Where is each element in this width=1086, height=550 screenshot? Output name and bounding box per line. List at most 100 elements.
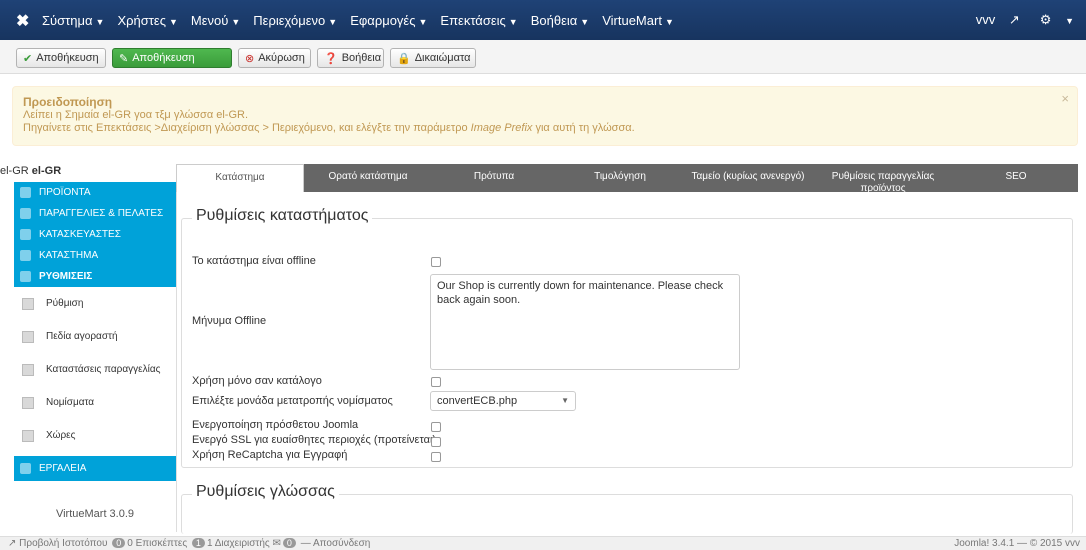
settings-icon — [20, 271, 31, 282]
config-tabs: Κατάστημα Ορατό κατάστημα Πρότυπα Τιμολό… — [176, 164, 1078, 192]
sidebar-item-label: ΚΑΤΑΣΚΕΥΑΣΤΕΣ — [39, 229, 121, 240]
logout-link[interactable]: — Αποσύνδεση — [301, 538, 371, 549]
menu-label: Επεκτάσεις — [440, 12, 506, 28]
menu-label: Βοήθεια — [530, 12, 578, 28]
user-menu[interactable]: vvv ↗ — [966, 12, 1020, 28]
warning-alert: Προειδοποίηση Λείπει η Σημαία el-GR γοα … — [12, 86, 1078, 146]
virtuemart-version: VirtueMart 3.0.9 — [55, 508, 135, 520]
menu-label: VirtueMart — [602, 12, 662, 28]
sidebar-item-shopper-fields[interactable]: Πεδία αγοραστή — [14, 320, 176, 353]
sidebar-item-configuration[interactable]: Ρύθμιση — [14, 287, 176, 320]
tab-checkout[interactable]: Ταμείο (κυρίως ανενεργό) — [684, 164, 812, 192]
ssl-checkbox[interactable] — [431, 437, 441, 447]
sidebar-item-label: Ρύθμιση — [46, 298, 84, 309]
sidebar-item-label: ΕΡΓΑΛΕΙΑ — [39, 463, 87, 474]
sidebar-item-orders[interactable]: ΠΑΡΑΓΓΕΛΙΕΣ & ΠΕΛΑΤΕΣ — [14, 203, 176, 224]
caret-down-icon: ▼ — [95, 16, 105, 27]
menu-content[interactable]: Περιεχόμενο ▼ — [253, 13, 337, 28]
currency-icon — [22, 396, 34, 409]
tab-templates[interactable]: Πρότυπα — [432, 164, 556, 192]
logout-label: Αποσύνδεση — [312, 538, 371, 549]
menu-menus[interactable]: Μενού ▼ — [191, 13, 240, 28]
cancel-button[interactable]: ⊗ Ακύρωση — [238, 48, 311, 68]
order-status-icon — [22, 363, 34, 376]
warning-title: Προειδοποίηση — [23, 95, 113, 109]
cancel-icon: ⊗ — [245, 52, 255, 65]
admins-badge: 1 — [191, 538, 205, 548]
save-close-label: Αποθήκευση — [132, 52, 195, 64]
menu-system[interactable]: Σύστημα ▼ — [42, 13, 104, 28]
tab-shop-front[interactable]: Ορατό κατάστημα — [304, 164, 432, 192]
shop-icon — [20, 250, 31, 261]
tab-product-order-settings[interactable]: Ρυθμίσεις παραγγελίας προϊόντος — [812, 164, 954, 192]
menu-extensions[interactable]: Επεκτάσεις ▼ — [440, 13, 517, 28]
warning-line: Λείπει η Σημαία el-GR γοα τξμ γλώσσα el-… — [23, 109, 249, 121]
lang-code: el-GR — [0, 165, 29, 177]
products-icon — [20, 187, 31, 198]
ssl-label: Ενεργό SSL για ευαίσθητες περιοχές (προτ… — [192, 434, 437, 446]
shopper-fields-icon — [22, 330, 34, 343]
caret-down-icon: ▼ — [328, 16, 338, 27]
recaptcha-checkbox[interactable] — [431, 452, 441, 462]
sidebar: ΠΡΟΪΟΝΤΑ ΠΑΡΑΓΓΕΛΙΕΣ & ΠΕΛΑΤΕΣ ΚΑΤΑΣΚΕΥΑ… — [14, 182, 176, 481]
sidebar-item-order-statuses[interactable]: Καταστάσεις παραγγελίας — [14, 353, 176, 386]
menu-users[interactable]: Χρήστες ▼ — [117, 13, 177, 28]
offline-checkbox[interactable] — [431, 257, 441, 267]
shop-settings-fieldset: Ρυθμίσεις καταστήματος Το κατάστημα είνα… — [181, 207, 1073, 468]
caret-down-icon: ▼ — [418, 16, 428, 27]
shop-settings-legend: Ρυθμίσεις καταστήματος — [192, 207, 373, 225]
joomla-logo-icon[interactable]: ✖ — [16, 11, 29, 31]
menu-label: Περιεχόμενο — [253, 12, 326, 28]
warning-text: για αυτή τη γλώσσα. — [532, 122, 635, 134]
save-label: Αποθήκευση — [36, 52, 99, 64]
tab-seo[interactable]: SEO — [954, 164, 1078, 192]
sidebar-item-products[interactable]: ΠΡΟΪΟΝΤΑ — [14, 182, 176, 203]
tab-pricing[interactable]: Τιμολόγηση — [556, 164, 684, 192]
joomla-plugin-checkbox[interactable] — [431, 422, 441, 432]
cancel-label: Ακύρωση — [258, 52, 305, 64]
sidebar-item-label: Πεδία αγοραστή — [46, 331, 118, 342]
help-label: Βοήθεια — [341, 52, 382, 64]
sidebar-item-settings[interactable]: ΡΥΘΜΙΣΕΙΣ — [14, 266, 176, 287]
catalog-mode-checkbox[interactable] — [431, 377, 441, 387]
catalog-mode-label: Χρήση μόνο σαν κατάλογο — [192, 375, 322, 387]
sidebar-item-shop[interactable]: ΚΑΤΑΣΤΗΜΑ — [14, 245, 176, 266]
sidebar-item-currencies[interactable]: Νομίσματα — [14, 386, 176, 419]
sidebar-item-label: ΡΥΘΜΙΣΕΙΣ — [39, 271, 93, 282]
view-site-link[interactable]: ↗ Προβολή Ιστοτόπου — [8, 538, 107, 549]
edit-icon: ✎ — [119, 52, 129, 65]
settings-menu[interactable]: ⚙ ▼ — [1030, 12, 1074, 28]
topbar-right: vvv ↗ ⚙ ▼ — [956, 0, 1074, 40]
currency-converter-select[interactable]: convertECB.php ▼ — [430, 391, 576, 411]
messages-badge: 0 — [282, 538, 296, 548]
joomla-plugin-label: Ενεργοποίηση πρόσθετου Joomla — [192, 419, 359, 431]
envelope-icon: ✉ — [272, 538, 281, 549]
status-bar: ↗ Προβολή Ιστοτόπου 00 Επισκέπτες 11 Δια… — [0, 536, 1086, 550]
joomla-version: Joomla! 3.4.1 — © 2015 vvv — [954, 538, 1080, 549]
close-icon[interactable]: × — [1061, 91, 1069, 106]
sidebar-item-label: Καταστάσεις παραγγελίας — [46, 364, 161, 375]
sidebar-item-tools[interactable]: ΕΡΓΑΛΕΙΑ — [14, 456, 176, 481]
save-button[interactable]: ✔ Αποθήκευση — [16, 48, 106, 68]
sidebar-item-countries[interactable]: Χώρες — [14, 419, 176, 452]
sidebar-item-label: ΠΡΟΪΟΝΤΑ — [39, 187, 91, 198]
permissions-button[interactable]: 🔒 Δικαιώματα — [390, 48, 476, 68]
lock-icon: 🔒 — [397, 52, 411, 65]
menu-help[interactable]: Βοήθεια ▼ — [531, 13, 589, 28]
sidebar-item-label: ΚΑΤΑΣΤΗΜΑ — [39, 250, 99, 261]
sidebar-item-manufacturers[interactable]: ΚΑΤΑΣΚΕΥΑΣΤΕΣ — [14, 224, 176, 245]
sidebar-item-label: Νομίσματα — [46, 397, 95, 408]
caret-down-icon: ▼ — [664, 16, 674, 27]
sidebar-item-label: ΠΑΡΑΓΓΕΛΙΕΣ & ΠΕΛΑΤΕΣ — [39, 208, 164, 219]
help-button[interactable]: ❓ Βοήθεια — [317, 48, 384, 68]
offline-message-textarea[interactable]: Our Shop is currently down for maintenan… — [430, 274, 740, 370]
caret-down-icon: ▼ — [508, 16, 518, 27]
tab-shop[interactable]: Κατάστημα — [176, 164, 304, 192]
save-close-button[interactable]: ✎ Αποθήκευση — [112, 48, 232, 68]
menu-components[interactable]: Εφαρμογές ▼ — [350, 13, 427, 28]
main-menu: Σύστημα ▼ Χρήστες ▼ Μενού ▼ Περιεχόμενο ▼ Εφ… — [42, 0, 687, 40]
language-settings-legend: Ρυθμίσεις γλώσσας — [192, 483, 339, 501]
menu-virtuemart[interactable]: VirtueMart ▼ — [602, 13, 674, 28]
menu-label: Εφαρμογές — [350, 12, 416, 28]
external-link-icon: ↗ — [1008, 12, 1020, 27]
